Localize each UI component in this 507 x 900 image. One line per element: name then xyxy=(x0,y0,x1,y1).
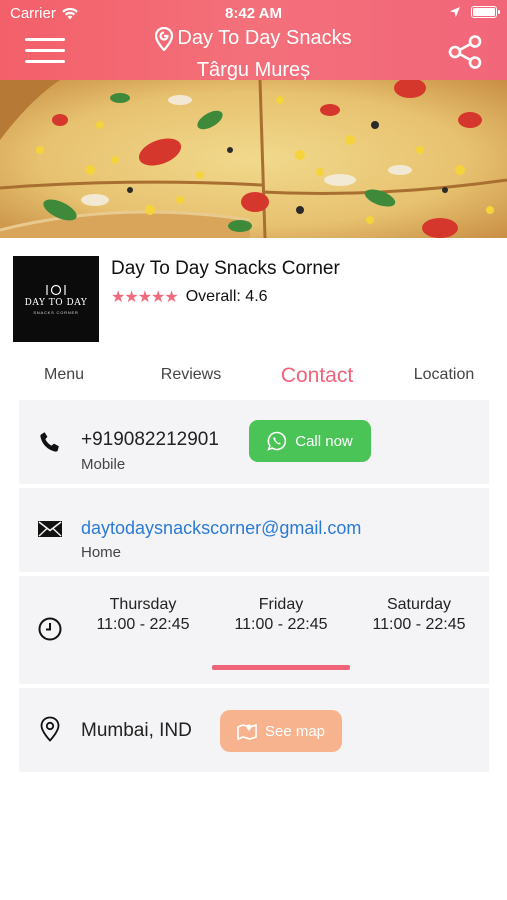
opening-hours-card: Thursday 11:00 - 22:45 Friday 11:00 - 22… xyxy=(19,576,489,684)
restaurant-logo: DAY TO DAY SNACKS CORNER xyxy=(13,256,99,342)
whatsapp-icon xyxy=(267,431,287,451)
tab-contact[interactable]: Contact xyxy=(262,364,372,388)
phone-icon xyxy=(37,429,63,455)
location-pin-icon xyxy=(37,716,63,742)
day-hours: 11:00 - 22:45 xyxy=(234,616,328,633)
restaurant-title: Day To Day Snacks xyxy=(177,27,352,49)
share-button[interactable] xyxy=(447,34,483,70)
rating-stars: ★★★★★ xyxy=(111,289,179,306)
tab-menu[interactable]: Menu xyxy=(18,366,110,384)
day-name: Thursday xyxy=(109,596,177,613)
rating: ★★★★★ Overall: 4.6 xyxy=(111,287,268,307)
tab-location[interactable]: Location xyxy=(398,366,490,384)
app-header: Carrier 8:42 AM Day To Day Snacks Târgu xyxy=(0,0,507,83)
location-arrow-icon xyxy=(450,7,460,17)
day-thursday[interactable]: Thursday 11:00 - 22:45 xyxy=(74,596,212,634)
phone-card: +919082212901 Mobile Call now xyxy=(19,400,489,484)
day-friday[interactable]: Friday 11:00 - 22:45 xyxy=(212,596,350,634)
hero-food-image xyxy=(0,80,507,238)
address-text: Mumbai, IND xyxy=(81,720,192,741)
see-map-button[interactable]: See map xyxy=(220,710,342,752)
day-name: Saturday xyxy=(386,596,452,613)
restaurant-name: Day To Day Snacks Corner xyxy=(111,258,340,279)
map-icon xyxy=(237,723,257,740)
clock-icon xyxy=(37,616,63,642)
menu-button[interactable] xyxy=(25,38,65,64)
see-map-label: See map xyxy=(264,722,326,740)
phone-number[interactable]: +919082212901 xyxy=(81,429,219,451)
call-now-label: Call now xyxy=(295,432,353,450)
envelope-icon xyxy=(37,516,63,542)
restaurant-info: DAY TO DAY SNACKS CORNER Day To Day Snac… xyxy=(0,238,507,358)
day-hours: 11:00 - 22:45 xyxy=(96,616,190,633)
location-pin-icon xyxy=(155,26,174,51)
share-icon xyxy=(448,35,482,69)
day-hours: 11:00 - 22:45 xyxy=(372,616,466,633)
status-indicators xyxy=(449,6,500,18)
overall-rating: Overall: 4.6 xyxy=(185,288,268,305)
email-type: Home xyxy=(81,544,122,561)
day-saturday[interactable]: Saturday 11:00 - 22:45 xyxy=(350,596,488,634)
fork-spoon-icon xyxy=(46,284,66,295)
city-subtitle: Târgu Mureș xyxy=(196,58,311,81)
logo-subtitle: SNACKS CORNER xyxy=(33,309,79,315)
email-card: daytodaysnackscorner@gmail.com Home xyxy=(19,488,489,572)
header-title: Day To Day Snacks Târgu Mureș xyxy=(80,26,427,83)
battery-icon xyxy=(471,6,500,18)
status-time: 8:42 AM xyxy=(225,5,282,22)
selected-day-indicator xyxy=(212,665,350,670)
section-tabs: Menu Reviews Contact Location xyxy=(0,362,507,396)
call-now-button[interactable]: Call now xyxy=(249,420,371,462)
tab-reviews[interactable]: Reviews xyxy=(145,366,237,384)
phone-type: Mobile xyxy=(81,456,126,473)
address-card: Mumbai, IND See map xyxy=(19,688,489,772)
logo-name: DAY TO DAY xyxy=(24,297,88,308)
status-bar: Carrier 8:42 AM xyxy=(0,0,507,28)
email-address[interactable]: daytodaysnackscorner@gmail.com xyxy=(81,518,361,539)
day-name: Friday xyxy=(258,596,304,613)
